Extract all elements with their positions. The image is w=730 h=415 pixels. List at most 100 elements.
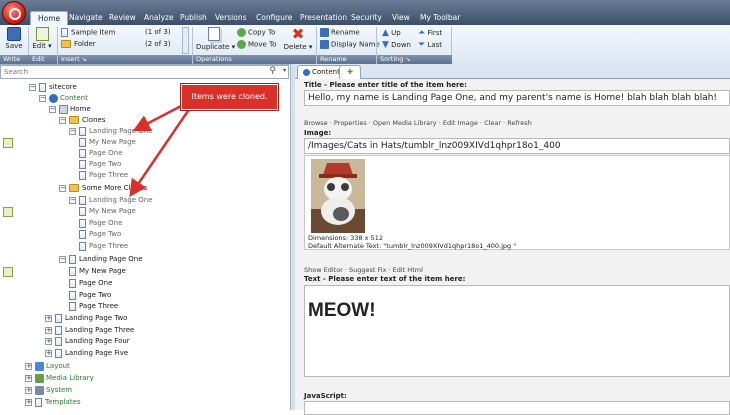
duplicate-button[interactable]: Duplicate ▾ [196,27,235,51]
insert-sample-item[interactable]: Sample Item (1 of 3) [61,28,179,37]
group-write: Write [0,55,29,64]
first-button[interactable]: ⏶ First [418,28,442,38]
image-field-actions[interactable]: Browse · Properties · Open Media Library… [304,119,532,127]
page-icon [79,229,86,239]
collapse-icon[interactable]: − [29,83,36,91]
tree-item-clone2-page-two[interactable]: Page Two [79,229,121,240]
collapse-icon[interactable]: − [49,105,56,113]
search-input[interactable] [1,66,254,78]
collapse-icon[interactable]: − [59,184,66,192]
tree-item-page-three[interactable]: Page Three [69,301,118,312]
expand-icon[interactable]: + [25,362,32,370]
tab-home[interactable]: Home [30,11,69,26]
tree-item-sitecore[interactable]: − sitecore [29,82,77,93]
arrow-last-icon: ⏷ [418,40,426,50]
expand-icon[interactable]: + [25,398,32,406]
expand-icon[interactable]: + [25,374,32,382]
save-button[interactable]: Save [3,27,25,50]
tab-navigate[interactable]: Navigate [69,11,103,25]
sitecore-start-button[interactable] [2,1,26,25]
page-icon [69,290,76,300]
tree-item-content[interactable]: − Content [39,93,88,104]
tree-item-lp4[interactable]: + Landing Page Four [45,336,130,347]
search-dropdown-icon[interactable]: ▾ [283,67,286,74]
callout-note: Items were cloned. [181,84,278,110]
tree-item-clone-lp1[interactable]: − Landing Page One [69,126,153,137]
tree-item-my-new-page[interactable]: My New Page [69,266,126,277]
group-sorting: Sorting ↘ [377,55,452,64]
expand-icon[interactable]: + [45,337,52,345]
add-tab-button[interactable]: ✚ [339,65,361,79]
folder-icon [69,116,79,124]
tree-item-media-library[interactable]: + Media Library [25,373,94,384]
tree-item-clone-page-three[interactable]: Page Three [79,170,128,181]
tree-item-lp5[interactable]: + Landing Page Five [45,348,128,359]
first-label: First [427,29,443,37]
javascript-input[interactable] [304,401,730,415]
tree-item-page-one[interactable]: Page One [69,278,112,289]
tree-item-clone-my-new-page[interactable]: My New Page [79,137,136,148]
tree-item-clone-page-two[interactable]: Page Two [79,159,121,170]
copy-to-button[interactable]: Copy To [237,28,275,37]
display-name-button[interactable]: Display Name [320,40,380,49]
collapse-icon[interactable]: − [69,127,76,135]
tree-item-page-two[interactable]: Page Two [69,290,111,301]
edit-button[interactable]: Edit ▾ [31,27,53,50]
tab-view[interactable]: View [392,11,410,25]
display-name-label: Display Name [331,40,380,49]
text-field-actions[interactable]: Show Editor · Suggest Fix · Edit Html [304,266,423,274]
sample-item-icon [61,28,68,37]
expand-icon[interactable]: + [45,314,52,322]
collapse-icon[interactable]: − [59,255,66,263]
lock-edit-icon [3,138,13,148]
move-to-button[interactable]: Move To [237,40,276,49]
tree-item-clone2-lp1[interactable]: − Landing Page One [69,195,153,206]
page-icon [79,218,86,228]
tree-item-layout[interactable]: + Layout [25,361,70,372]
rename-button[interactable]: Rename [320,28,360,37]
expand-icon[interactable]: + [45,349,52,357]
system-icon [35,385,44,395]
tab-configure[interactable]: Configure [256,11,292,25]
tree-item-lp2[interactable]: + Landing Page Two [45,313,127,324]
page-icon [79,206,86,216]
tree-item-clone2-page-one[interactable]: Page One [79,218,122,229]
tab-publish[interactable]: Publish [180,11,207,25]
expand-icon[interactable]: + [25,386,32,394]
tree-item-clones[interactable]: − Clones [59,115,106,126]
move-to-icon [237,40,246,49]
tab-versions[interactable]: Versions [215,11,247,25]
tree-item-templates[interactable]: + Templates [25,397,81,408]
tab-security[interactable]: Security [351,11,382,25]
tree-item-system[interactable]: + System [25,385,72,396]
rich-text-area[interactable]: MEOW! [304,285,730,377]
search-icon[interactable]: ⚲ [269,66,276,76]
rename-label: Rename [331,28,360,37]
tab-presentation[interactable]: Presentation [300,11,347,25]
tree-item-some-more-clones[interactable]: − Some More Clones [59,183,147,194]
tree-item-lp1[interactable]: − Landing Page One [59,254,143,265]
last-button[interactable]: ⏷ Last [418,40,442,50]
collapse-icon[interactable]: − [69,196,76,204]
tab-review[interactable]: Review [109,11,136,25]
title-input[interactable]: Hello, my name is Landing Page One, and … [304,90,730,106]
collapse-icon[interactable]: − [39,94,46,102]
tab-analyze[interactable]: Analyze [144,11,174,25]
tab-my-toolbar[interactable]: My Toolbar [420,11,460,25]
tree-item-clone2-my-new-page[interactable]: My New Page [79,206,136,217]
image-path-input[interactable]: /Images/Cats in Hats/tumblr_lnz009XIVd1q… [304,138,730,154]
delete-button[interactable]: ✖ Delete ▾ [282,27,314,52]
down-button[interactable]: ▼ Down [382,40,411,50]
sample-item-label: Sample Item [71,28,116,37]
folder-label: Folder [74,40,96,48]
cat-in-hat-image[interactable] [311,159,365,233]
insert-folder[interactable]: Folder (2 of 3) [61,40,179,48]
insert-scroll[interactable] [182,27,189,54]
tree-item-home[interactable]: − Home [49,104,91,115]
up-button[interactable]: ▲ Up [382,28,401,38]
expand-icon[interactable]: + [45,326,52,334]
tree-item-clone-page-one[interactable]: Page One [79,148,122,159]
tree-item-lp3[interactable]: + Landing Page Three [45,325,134,336]
collapse-icon[interactable]: − [59,116,66,124]
tree-item-clone2-page-three[interactable]: Page Three [79,241,128,252]
